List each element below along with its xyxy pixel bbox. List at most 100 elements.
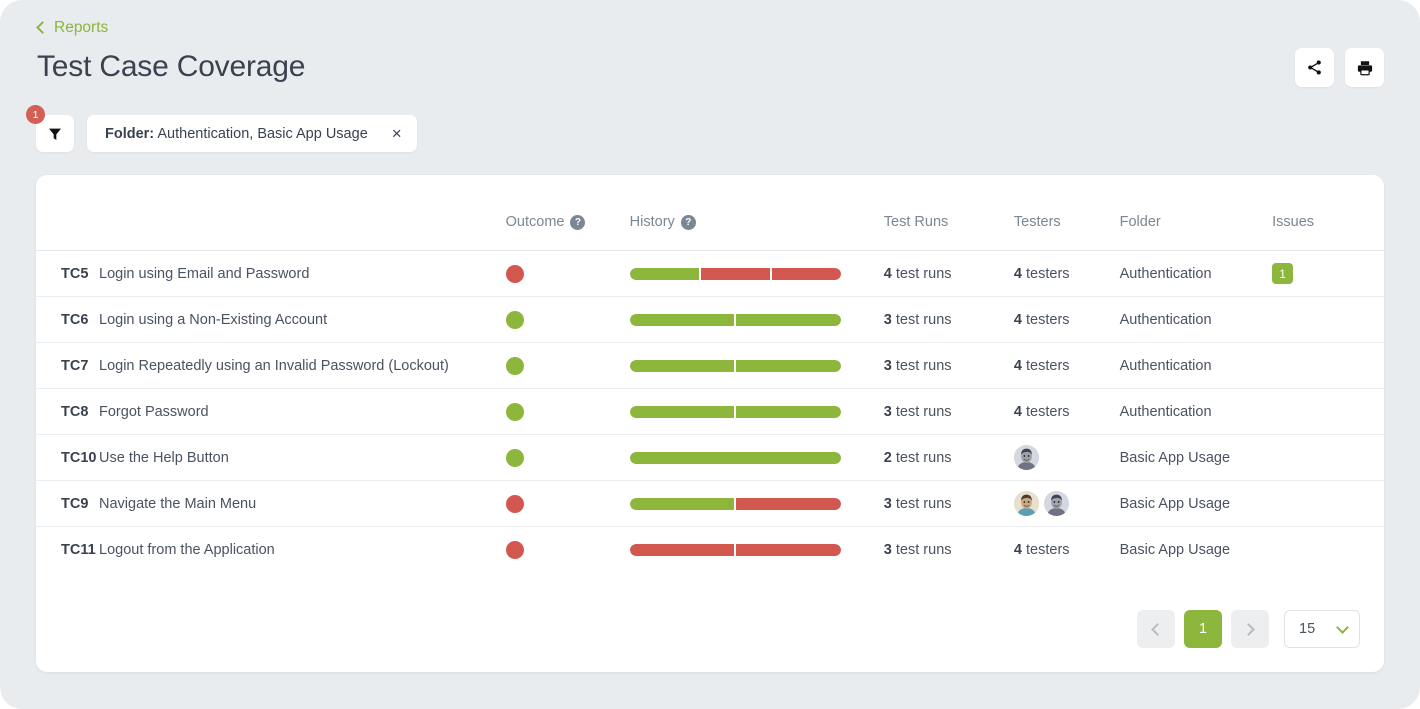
test-case-id: TC5 <box>61 265 89 282</box>
table-row[interactable]: TC6 Login using a Non-Existing Account 3 t… <box>36 296 1384 343</box>
table-row[interactable]: TC7 Login Repeatedly using an Invalid Pas… <box>36 342 1384 389</box>
history-segment-pass[interactable] <box>629 497 735 510</box>
table-row[interactable]: TC9 Navigate the Main Menu 3 test runs Basi… <box>36 480 1384 527</box>
avatar[interactable] <box>1013 491 1039 516</box>
history-segment-pass[interactable] <box>736 405 841 418</box>
cell-test-case-name[interactable]: Login using a Non-Existing Account <box>99 296 506 343</box>
table-header: Outcome? History? Test Runs Testers Fold… <box>36 175 1384 251</box>
cell-folder: Basic App Usage <box>1119 434 1273 481</box>
column-label-outcome: Outcome <box>505 214 565 230</box>
cell-test-runs: 3 test runs <box>883 480 1014 527</box>
print-button[interactable] <box>1345 48 1384 87</box>
history-segment-pass[interactable] <box>629 267 699 280</box>
table-row[interactable]: TC8 Forgot Password 3 test runs 4 testers Au… <box>36 388 1384 435</box>
history-help-icon[interactable]: ? <box>680 215 696 230</box>
column-header-name <box>99 175 506 251</box>
history-bar <box>629 451 841 464</box>
issues-badge[interactable]: 1 <box>1272 263 1294 284</box>
test-runs-label: test runs <box>891 495 952 512</box>
cell-folder: Authentication <box>1119 250 1273 297</box>
history-segment-pass[interactable] <box>629 359 735 372</box>
cell-test-case-id: TC11 <box>36 526 100 573</box>
cell-history <box>629 250 884 297</box>
coverage-card: Outcome? History? Test Runs Testers Fold… <box>36 175 1384 672</box>
cell-issues <box>1272 388 1384 435</box>
testers-count: 4 <box>1013 357 1022 374</box>
testers-count: 4 <box>1013 311 1022 328</box>
history-segment-fail[interactable] <box>736 497 841 510</box>
history-segment-fail[interactable] <box>629 543 735 556</box>
folder-name: Authentication <box>1119 357 1212 374</box>
cell-folder: Basic App Usage <box>1119 480 1273 527</box>
cell-issues <box>1272 296 1384 343</box>
table-row[interactable]: TC11 Logout from the Application 3 test ru… <box>36 526 1384 573</box>
cell-outcome <box>505 388 630 435</box>
cell-history <box>629 526 884 573</box>
outcome-pass-indicator <box>505 402 524 421</box>
pagination-prev-button[interactable] <box>1137 610 1175 648</box>
history-bar <box>629 497 841 510</box>
cell-test-case-name[interactable]: Forgot Password <box>99 388 506 435</box>
cell-test-runs: 3 test runs <box>883 388 1014 435</box>
cell-test-case-name[interactable]: Login using Email and Password <box>99 250 506 297</box>
cell-history <box>629 434 884 481</box>
cell-test-case-id: TC7 <box>36 342 100 389</box>
outcome-help-icon[interactable]: ? <box>570 215 586 230</box>
filter-chip-folder[interactable]: Folder: Authentication, Basic App Usage … <box>87 115 417 152</box>
history-segment-fail[interactable] <box>700 267 770 280</box>
filter-button[interactable]: 1 <box>26 105 74 152</box>
cell-test-runs: 2 test runs <box>883 434 1014 481</box>
cell-test-case-name[interactable]: Use the Help Button <box>99 434 506 481</box>
pagination-next-button[interactable] <box>1231 610 1269 648</box>
filter-chip-close-icon[interactable]: × <box>392 125 402 142</box>
column-header-outcome: Outcome? <box>506 175 630 251</box>
cell-test-case-id: TC10 <box>36 434 100 481</box>
cell-test-case-name[interactable]: Navigate the Main Menu <box>99 480 506 527</box>
cell-folder: Authentication <box>1119 296 1273 343</box>
cell-outcome <box>505 434 630 481</box>
testers-label: testers <box>1021 311 1070 328</box>
folder-name: Basic App Usage <box>1119 541 1231 558</box>
avatar[interactable] <box>1043 491 1069 516</box>
coverage-table: Outcome? History? Test Runs Testers Fold… <box>36 175 1384 573</box>
breadcrumb[interactable]: Reports <box>36 19 108 37</box>
cell-test-runs: 3 test runs <box>883 526 1014 573</box>
test-case-id: TC10 <box>61 449 97 466</box>
test-case-id: TC7 <box>61 357 89 374</box>
test-case-name: Navigate the Main Menu <box>99 495 257 512</box>
column-label-history: History <box>629 214 675 230</box>
tester-avatars <box>1013 445 1120 470</box>
cell-test-runs: 3 test runs <box>883 296 1014 343</box>
folder-name: Basic App Usage <box>1119 449 1231 466</box>
chevron-left-icon <box>36 21 49 34</box>
history-segment-fail[interactable] <box>771 267 841 280</box>
cell-test-case-name[interactable]: Logout from the Application <box>99 526 506 573</box>
outcome-fail-indicator <box>505 540 524 559</box>
table-row[interactable]: TC10 Use the Help Button 2 test runs Basic … <box>36 434 1384 481</box>
testers-label: testers <box>1021 357 1070 374</box>
cell-outcome <box>505 296 630 343</box>
table-row[interactable]: TC5 Login using Email and Password 4 test … <box>36 250 1384 297</box>
history-bar <box>629 543 841 556</box>
history-segment-pass[interactable] <box>629 451 841 464</box>
history-segment-pass[interactable] <box>736 359 841 372</box>
cell-folder: Basic App Usage <box>1119 526 1273 573</box>
page-size-select[interactable]: 15 <box>1284 610 1360 648</box>
history-segment-fail[interactable] <box>736 543 841 556</box>
column-header-folder: Folder <box>1119 214 1161 230</box>
history-segment-pass[interactable] <box>629 313 735 326</box>
avatar[interactable] <box>1013 445 1039 470</box>
history-segment-pass[interactable] <box>736 313 841 326</box>
pagination-page-1[interactable]: 1 <box>1184 610 1222 648</box>
test-runs-label: test runs <box>891 265 952 282</box>
testers-count: 4 <box>1013 541 1022 558</box>
cell-test-case-name[interactable]: Login Repeatedly using an Invalid Passwo… <box>99 342 506 389</box>
cell-testers: 4 testers <box>1013 296 1120 343</box>
history-segment-pass[interactable] <box>629 405 735 418</box>
column-header-id <box>36 175 99 251</box>
cell-outcome <box>505 526 630 573</box>
share-button[interactable] <box>1295 48 1334 87</box>
test-case-id: TC8 <box>61 403 89 420</box>
testers-label: testers <box>1021 403 1070 420</box>
test-case-name: Use the Help Button <box>99 449 229 466</box>
